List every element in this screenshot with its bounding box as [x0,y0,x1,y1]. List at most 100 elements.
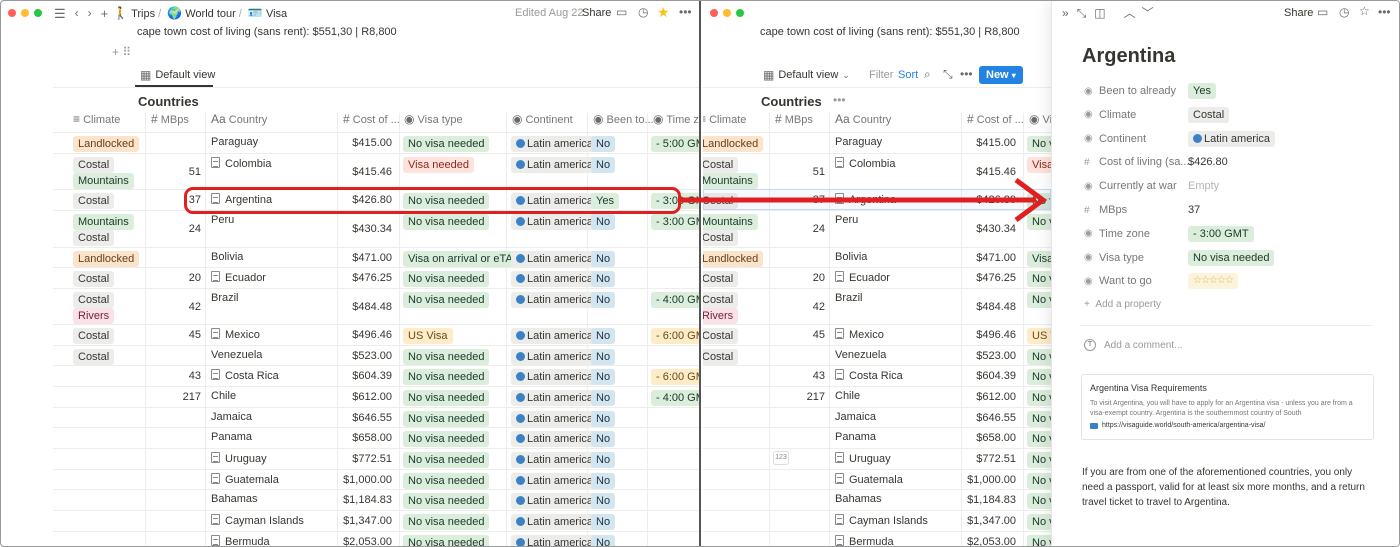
expand-icon[interactable]: ⤡ [943,68,953,80]
country-cell[interactable]: Panama [211,431,252,443]
country-cell[interactable]: Paraguay [211,136,258,148]
filter-button[interactable]: Filter [869,69,893,81]
more-options-icon[interactable]: ••• [679,6,692,18]
country-cell[interactable]: Colombia [835,157,895,170]
comment-input[interactable]: T Add a comment... [1084,339,1182,351]
country-cell[interactable]: Mexico [211,328,260,341]
country-cell[interactable]: Jamaica [211,411,252,423]
country-cell[interactable]: Chile [835,390,860,402]
country-cell[interactable]: Bolivia [835,251,867,263]
clock-icon[interactable]: ◷ [1339,6,1349,18]
column-header-visa-type[interactable]: ◉ Visa type [404,113,463,131]
clock-icon[interactable]: ◷ [638,6,648,18]
property-value[interactable]: Costal [1188,105,1230,125]
tab-default-view-right[interactable]: ▦ Default view ⌄ [763,69,850,81]
country-cell[interactable]: Bermuda [835,535,894,546]
comment-icon[interactable]: ▭ [1317,6,1328,18]
column-header-cost[interactable]: # Cost of ... [343,113,400,131]
add-icon[interactable]: + [101,7,109,20]
new-button[interactable]: New ▾ [979,66,1023,84]
forward-icon[interactable]: › [88,7,92,19]
column-header-country[interactable]: Aa Country [211,113,267,131]
number-format-badge[interactable]: 123 [773,451,789,465]
close-window-icon[interactable] [8,9,16,17]
bookmark-card[interactable]: Argentina Visa Requirements To visit Arg… [1081,374,1374,440]
country-cell[interactable]: Venezuela [835,349,886,361]
country-cell[interactable]: Brazil [835,292,863,304]
column-header-time-zone[interactable]: ◉ Time zo [653,113,699,131]
favorite-star-icon[interactable]: ★ [657,4,670,21]
property-label[interactable]: ◉ Time zone [1084,224,1150,244]
property-value[interactable]: $426.80 [1188,152,1228,172]
column-header-climate[interactable]: ≡ Climate [703,113,746,131]
country-cell[interactable]: Mexico [835,328,884,341]
minimize-window-icon[interactable] [723,9,731,17]
column-header-climate[interactable]: ≡ Climate [73,113,120,131]
country-cell[interactable]: Chile [211,390,236,402]
more-options-icon[interactable]: ••• [960,68,973,80]
country-cell[interactable]: Guatemala [211,473,279,486]
country-cell[interactable]: Cayman Islands [211,514,304,527]
property-label[interactable]: ◉ Been to already [1084,81,1176,101]
property-value[interactable]: Empty [1188,176,1219,196]
country-cell[interactable]: Costa Rica [211,369,279,382]
property-label[interactable]: ◉ Currently at war [1084,176,1177,196]
minimize-window-icon[interactable] [21,9,29,17]
property-value[interactable]: ☆☆☆☆☆ [1188,271,1238,291]
column-header-been-to[interactable]: ◉ Been to... [593,113,654,131]
property-label[interactable]: ◉ Want to go [1084,271,1152,291]
column-header-cost[interactable]: # Cost of ... [967,113,1024,131]
property-label[interactable]: ◉ Continent [1084,129,1146,149]
column-header-country[interactable]: Aa Country [835,113,891,131]
column-header-mbps[interactable]: # MBps [775,113,813,131]
maximize-window-icon[interactable] [736,9,744,17]
country-cell[interactable]: Jamaica [835,411,876,423]
chevron-down-icon[interactable]: ﹀ [1142,7,1154,19]
country-cell[interactable]: Bahamas [211,493,257,505]
add-property-button[interactable]: + Add a property [1084,299,1161,310]
breadcrumb-visa[interactable]: Visa [266,8,287,20]
country-cell[interactable]: Bolivia [211,251,243,263]
property-label[interactable]: ◉ Visa type [1084,248,1144,268]
property-label[interactable]: # Cost of living (sa... [1084,152,1189,172]
peek-share-button[interactable]: Share [1284,7,1313,19]
back-icon[interactable]: ‹ [75,7,79,19]
property-label[interactable]: ◉ Climate [1084,105,1136,125]
country-cell[interactable]: Colombia [211,157,271,170]
search-icon[interactable]: ⌕ [924,68,931,80]
property-value[interactable]: Latin america [1188,129,1276,149]
sort-button[interactable]: Sort [898,69,918,81]
column-header-continent[interactable]: ◉ Continent [512,113,573,131]
comment-icon[interactable]: ▭ [616,6,627,18]
column-header-mbps[interactable]: # MBps [151,113,189,131]
country-cell[interactable]: Ecuador [835,271,890,284]
close-window-icon[interactable] [710,9,718,17]
property-label[interactable]: # MBps [1084,200,1127,220]
favorite-star-icon[interactable]: ☆ [1359,5,1370,17]
expand-icon[interactable]: ⤡ [1077,7,1087,19]
country-cell[interactable]: Brazil [211,292,239,304]
block-add-icon[interactable]: + ⠿ [112,45,131,59]
country-cell[interactable]: Bermuda [211,535,270,546]
country-cell[interactable]: Cayman Islands [835,514,928,527]
property-value[interactable]: - 3:00 GMT [1188,224,1254,244]
country-cell[interactable]: Uruguay [835,452,891,465]
more-options-icon[interactable]: ••• [1378,6,1391,18]
menu-icon[interactable]: ☰ [54,7,66,20]
breadcrumb-trips[interactable]: Trips [131,8,155,20]
country-cell[interactable]: Peru [211,214,234,226]
country-cell[interactable]: Uruguay [211,452,267,465]
sidebar-icon[interactable]: ◫ [1094,7,1105,19]
country-cell[interactable]: Paraguay [835,136,882,148]
country-cell[interactable]: Ecuador [211,271,266,284]
breadcrumb-world-tour[interactable]: World tour [185,8,236,20]
property-value[interactable]: No visa needed [1188,248,1275,268]
close-peek-icon[interactable]: » [1062,7,1069,19]
property-value[interactable]: 37 [1188,200,1200,220]
database-more-icon[interactable]: ••• [833,93,846,107]
country-cell[interactable]: Venezuela [211,349,262,361]
tab-default-view[interactable]: ▦ Default view [140,69,215,81]
country-cell[interactable]: Costa Rica [835,369,903,382]
maximize-window-icon[interactable] [34,9,42,17]
country-cell[interactable]: Panama [835,431,876,443]
